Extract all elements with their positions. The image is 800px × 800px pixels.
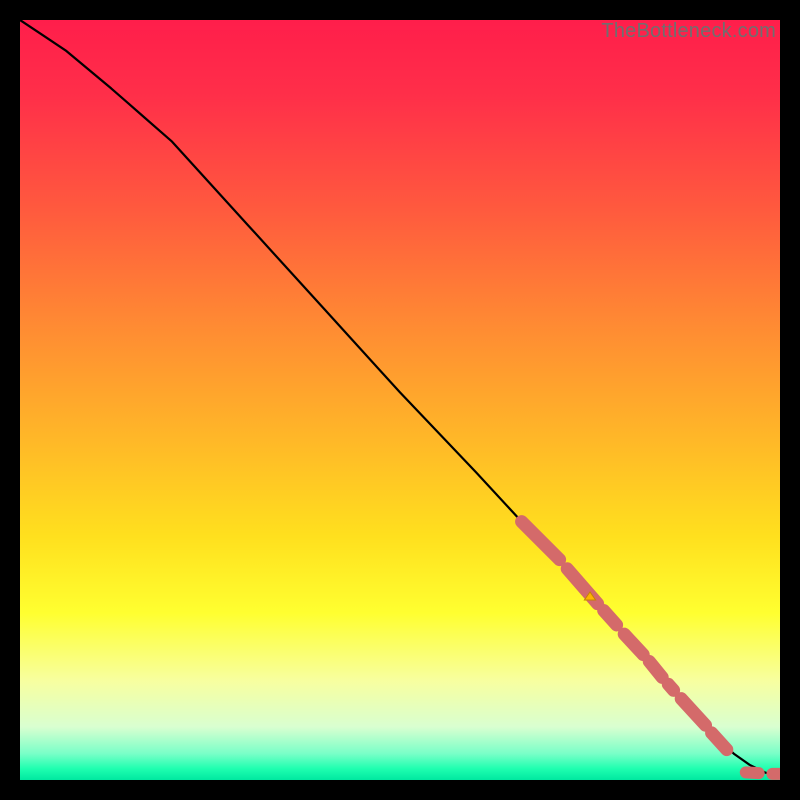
gradient-background <box>20 20 780 780</box>
chart-svg <box>20 20 780 780</box>
marker-segment <box>746 772 759 773</box>
chart-frame: TheBottleneck.com <box>0 0 800 800</box>
marker-segment <box>668 684 673 690</box>
watermark-text: TheBottleneck.com <box>601 20 776 43</box>
plot-area: TheBottleneck.com <box>20 20 780 780</box>
